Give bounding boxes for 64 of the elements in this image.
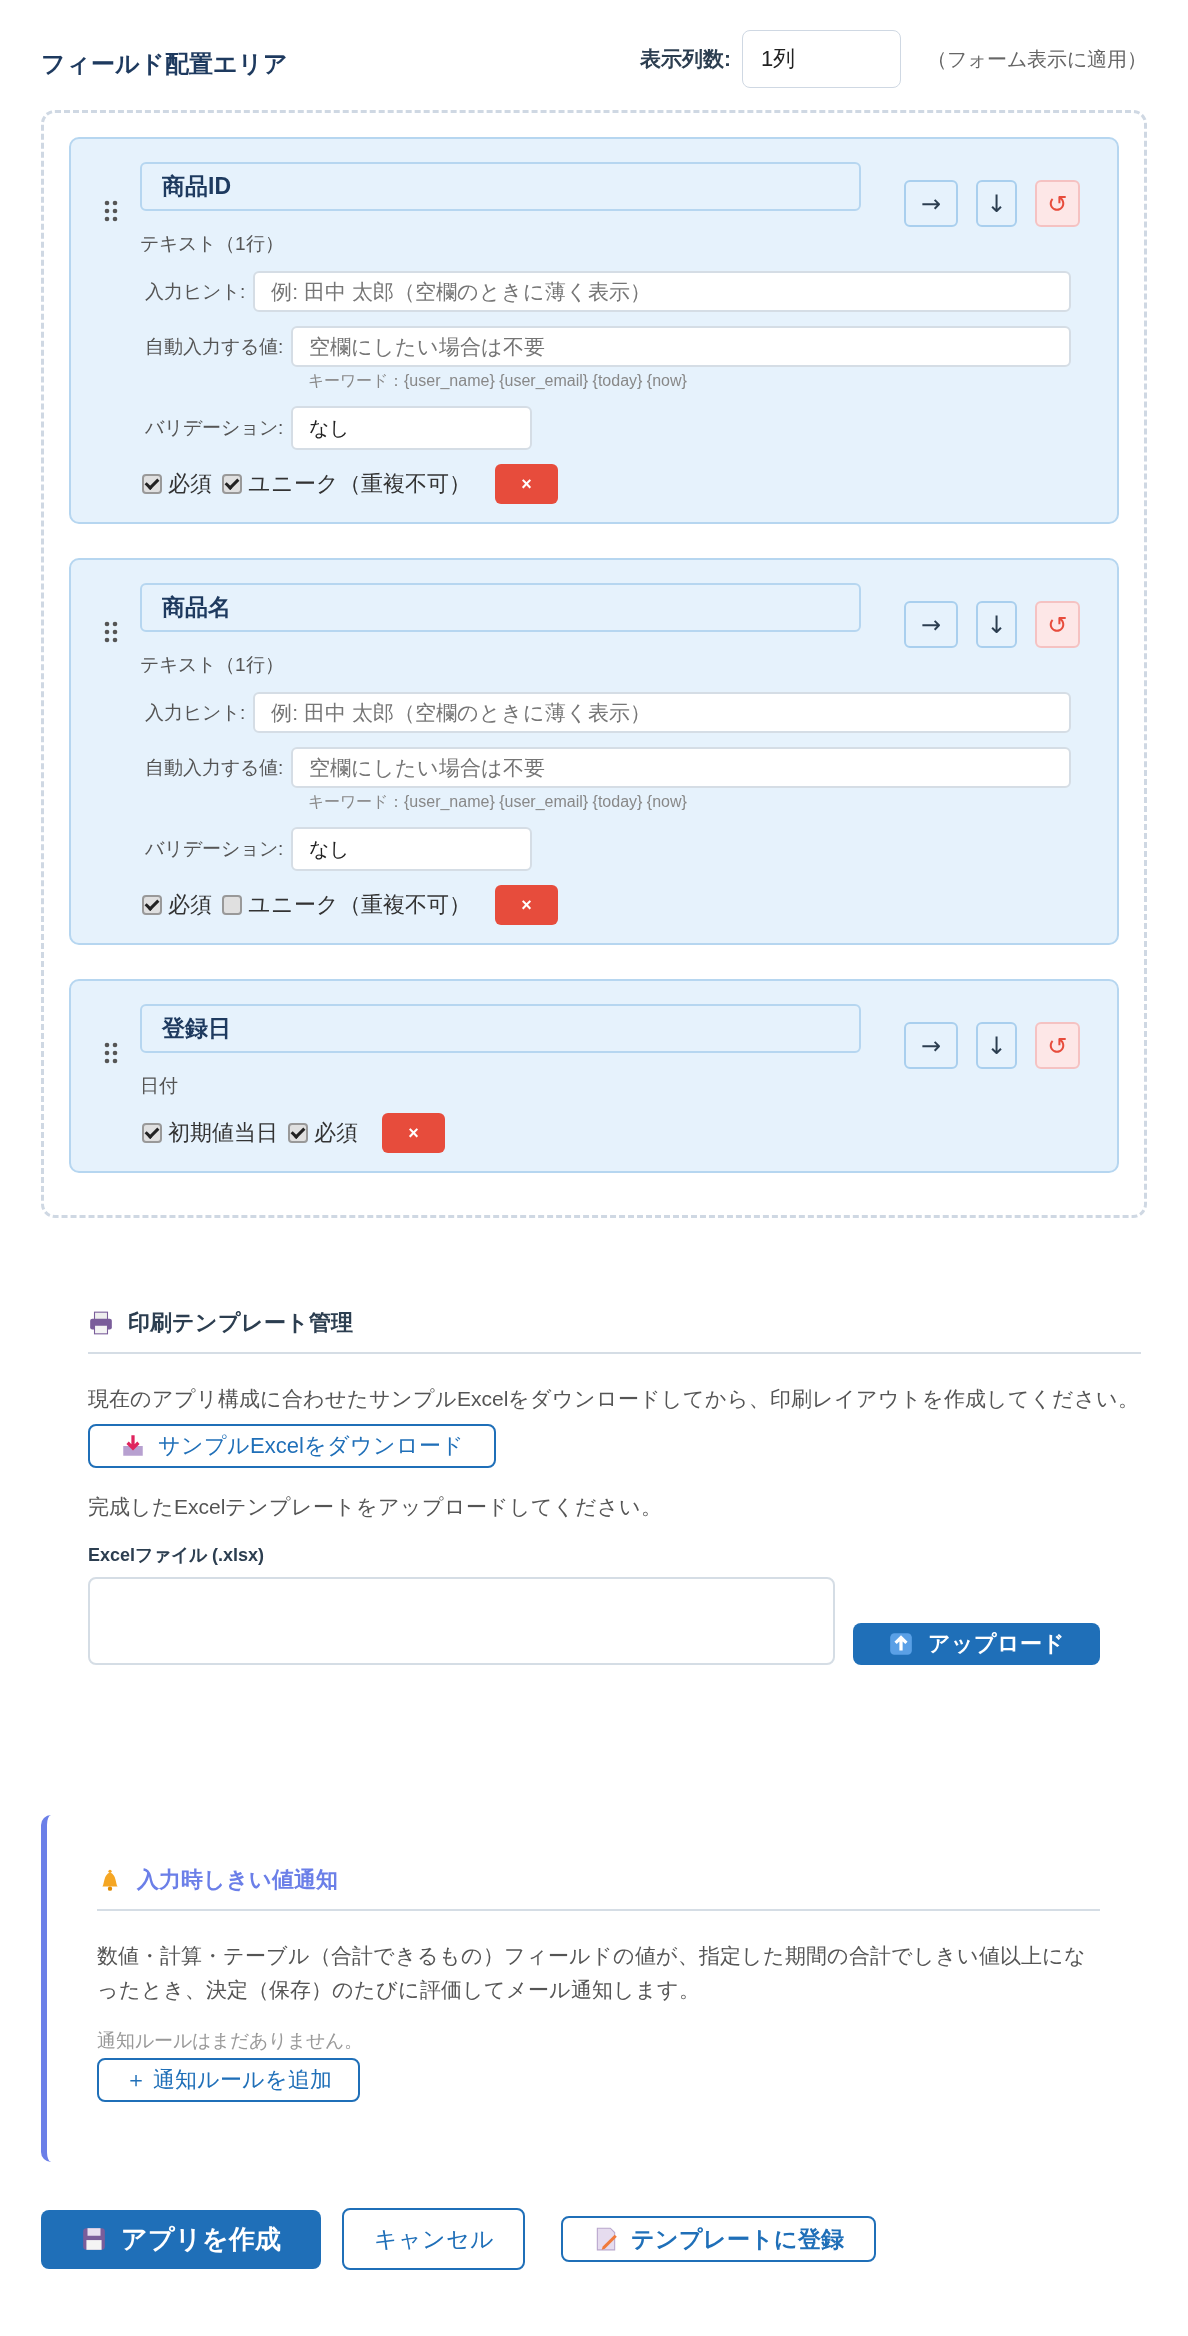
cancel-button[interactable]: キャンセル bbox=[342, 2208, 525, 2271]
register-template-button[interactable]: テンプレートに登録 bbox=[561, 2216, 876, 2263]
hint-input[interactable]: 例: 田中 太郎（空欄のときに薄く表示） bbox=[253, 692, 1071, 733]
checkbox-label: ユニーク（重複不可） bbox=[248, 891, 471, 919]
drag-handle-icon bbox=[103, 199, 119, 223]
checkbox[interactable] bbox=[288, 1123, 308, 1143]
validation-select[interactable]: なし bbox=[291, 827, 533, 871]
checkbox-label: 初期値当日 bbox=[168, 1119, 278, 1147]
field-label: バリデーション: bbox=[145, 416, 284, 440]
delete-button[interactable]: × bbox=[495, 885, 558, 925]
upload-button[interactable]: アップロード bbox=[853, 1623, 1100, 1666]
field-name-input[interactable]: 商品ID bbox=[140, 162, 861, 211]
checkbox-label: ユニーク（重複不可） bbox=[248, 470, 471, 498]
field-label: バリデーション: bbox=[145, 837, 284, 861]
field-label: 自動入力する値: bbox=[145, 755, 284, 780]
field-label: 入力ヒント: bbox=[145, 279, 246, 304]
move-down-button[interactable]: ↓ bbox=[976, 601, 1017, 648]
move-right-button[interactable]: → bbox=[904, 1022, 958, 1069]
keyword-hint: キーワード：{user_name} {user_email} {today} {now} bbox=[308, 792, 688, 812]
add-rule-button[interactable]: ＋ 通知ルールを追加 bbox=[97, 2058, 361, 2103]
drag-handle-icon bbox=[103, 620, 119, 644]
columns-select[interactable]: 1列 bbox=[742, 30, 901, 88]
printer-icon bbox=[88, 1310, 114, 1336]
description-text: 完成したExcelテンプレートをアップロードしてください。 bbox=[88, 1493, 664, 1520]
checkbox[interactable] bbox=[222, 895, 242, 915]
checkbox[interactable] bbox=[222, 474, 242, 494]
field-type: テキスト（1行） bbox=[140, 653, 285, 677]
move-right-button[interactable]: → bbox=[904, 601, 958, 648]
empty-message: 通知ルールはまだありません。 bbox=[97, 2029, 364, 2054]
delete-button[interactable]: × bbox=[382, 1113, 445, 1153]
move-down-button[interactable]: ↓ bbox=[976, 180, 1017, 227]
hint-input[interactable]: 例: 田中 太郎（空欄のときに薄く表示） bbox=[253, 271, 1071, 312]
checkbox-label: 必須 bbox=[314, 1119, 358, 1147]
validation-select[interactable]: なし bbox=[291, 406, 533, 450]
description-text: 現在のアプリ構成に合わせたサンプルExcelをダウンロードしてから、印刷レイアウトを作成してください。 bbox=[88, 1386, 1141, 1412]
checkbox-label: 必須 bbox=[168, 891, 212, 919]
field-label: 自動入力する値: bbox=[145, 334, 284, 359]
create-app-button[interactable]: アプリを作成 bbox=[41, 2209, 321, 2269]
section-title: フィールド配置エリア bbox=[41, 49, 289, 79]
checkbox[interactable] bbox=[142, 1123, 162, 1143]
file-drop-field[interactable] bbox=[88, 1577, 835, 1666]
checkbox[interactable] bbox=[142, 474, 162, 494]
drag-handle-icon bbox=[103, 1041, 119, 1065]
columns-note: （フォーム表示に適用） bbox=[927, 46, 1147, 72]
columns-label: 表示列数: bbox=[640, 46, 731, 72]
section-heading: 印刷テンプレート管理 bbox=[128, 1309, 353, 1337]
field-name-input[interactable]: 商品名 bbox=[140, 583, 861, 632]
description-text: 数値・計算・テーブル（合計できるもの）フィールドの値が、指定した期間の合計でしきい値以上になったとき、決定（保存）のたびに評価してメール通知します。 bbox=[97, 1943, 1087, 2003]
download-button[interactable]: サンプルExcelをダウンロード bbox=[88, 1423, 496, 1468]
field-label: 入力ヒント: bbox=[145, 700, 246, 725]
section-heading: 入力時しきい値通知 bbox=[137, 1866, 338, 1895]
default-value-input[interactable]: 空欄にしたい場合は不要 bbox=[291, 747, 1071, 788]
move-right-button[interactable]: → bbox=[904, 180, 958, 227]
file-label: Excelファイル (.xlsx) bbox=[88, 1544, 266, 1568]
move-down-button[interactable]: ↓ bbox=[976, 1022, 1017, 1069]
default-value-input[interactable]: 空欄にしたい場合は不要 bbox=[291, 326, 1071, 367]
keyword-hint: キーワード：{user_name} {user_email} {today} {now} bbox=[308, 371, 688, 391]
field-type: 日付 bbox=[140, 1074, 179, 1098]
checkbox[interactable] bbox=[142, 895, 162, 915]
delete-button[interactable]: × bbox=[495, 464, 558, 504]
download-tray-icon bbox=[120, 1432, 146, 1459]
field-name-input[interactable]: 登録日 bbox=[140, 1004, 861, 1053]
checkbox-label: 必須 bbox=[168, 470, 212, 498]
field-type: テキスト（1行） bbox=[140, 232, 285, 256]
